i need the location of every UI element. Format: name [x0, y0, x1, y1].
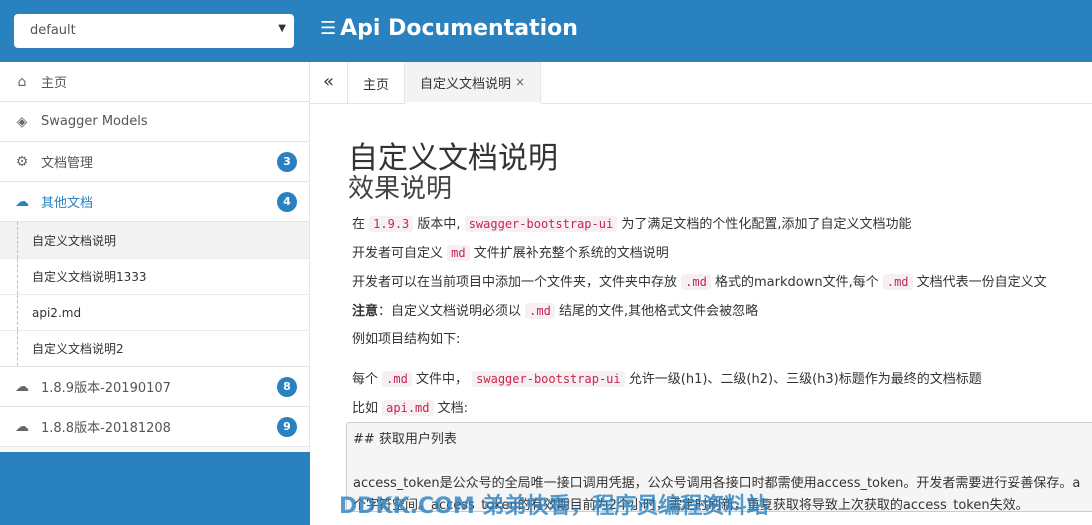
count-badge: 8	[277, 377, 297, 397]
paragraph: 开发者可自定义 md 文件扩展补充整个系统的文档说明	[352, 243, 669, 264]
paragraph: 在 1.9.3 版本中, swagger-bootstrap-ui 为了满足文档…	[352, 214, 911, 235]
paragraph: 每个 .md 文件中， swagger-bootstrap-ui 允许一级(h1…	[352, 369, 982, 390]
text: 文件扩展补充整个系统的文档说明	[473, 246, 669, 261]
text: 每个	[352, 372, 379, 387]
text: 版本中,	[417, 217, 461, 232]
note-label: 注意	[352, 304, 379, 319]
cloud-icon: ☁	[15, 418, 29, 435]
sidebar-item-label: 1.8.8版本-20181208	[41, 421, 171, 436]
sidebar-item-label: 其他文档	[41, 196, 94, 211]
brand: ☰ Api Documentation	[320, 16, 578, 41]
inline-code: .md	[681, 274, 711, 290]
submenu-item[interactable]: 自定义文档说明2	[0, 330, 309, 366]
tab-bar: « 主页 自定义文档说明 ×	[310, 62, 1092, 104]
tab-label: 主页	[363, 77, 390, 93]
sidebar-item-label: 1.8.9版本-20190107	[41, 381, 171, 396]
tab-custom-doc[interactable]: 自定义文档说明 ×	[405, 62, 542, 104]
inline-code: swagger-bootstrap-ui	[464, 216, 618, 232]
submenu-item[interactable]: api2.md	[0, 294, 309, 330]
close-icon[interactable]: ×	[515, 75, 525, 89]
text: 允许一级(h1)、二级(h2)、三级(h3)标题作为最终的文档标题	[628, 372, 982, 387]
code-line: ## 获取用户列表	[353, 432, 457, 447]
text: 结尾的文件,其他格式文件会被忽略	[559, 304, 759, 319]
menu-icon[interactable]: ☰	[320, 18, 336, 39]
doc-subtitle: 效果说明	[348, 174, 453, 204]
text: 开发者可自定义	[352, 246, 444, 261]
sidebar-footer	[0, 452, 310, 525]
markdown-body: 自定义文档说明 效果说明	[348, 141, 1092, 205]
home-icon: ⌂	[17, 73, 27, 90]
paragraph: 开发者可以在当前项目中添加一个文件夹，文件夹中存放 .md 格式的markdow…	[352, 272, 1047, 293]
inline-code: .md	[882, 274, 913, 290]
inline-code: api.md	[382, 400, 434, 416]
settings-icon: ⚙	[15, 153, 29, 170]
count-badge: 4	[277, 192, 297, 212]
sidebar-item-label: 文档管理	[41, 156, 94, 171]
text: 文档:	[437, 401, 469, 416]
sidebar-item-doc-manage[interactable]: ⚙ 文档管理 3	[0, 142, 309, 182]
count-badge: 3	[277, 152, 297, 172]
chevron-down-icon: ▼	[278, 23, 286, 34]
count-badge: 9	[277, 417, 297, 437]
sidebar-item-other-docs[interactable]: ☁ 其他文档 4	[0, 182, 309, 222]
inline-code: md	[447, 245, 470, 261]
cloud-icon: ☁	[15, 378, 29, 395]
cube-icon: ◈	[16, 113, 28, 130]
watermark: DDKK.COM 弟弟快看，程序员编程资料站	[339, 494, 769, 519]
text: 格式的markdown文件,每个	[714, 275, 879, 290]
top-header: default ▼ ☰ Api Documentation	[0, 0, 1092, 62]
paragraph: 注意：自定义文档说明必须以 .md 结尾的文件,其他格式文件会被忽略	[352, 301, 758, 322]
text: 文件中，	[415, 372, 468, 387]
inline-code: 1.9.3	[369, 216, 414, 232]
inline-code: .md	[382, 371, 412, 387]
paragraph: 例如项目结构如下:	[352, 332, 461, 347]
brand-title: Api Documentation	[340, 16, 578, 41]
doc-title: 自定义文档说明	[348, 141, 558, 176]
submenu-item[interactable]: 自定义文档说明1333	[0, 258, 309, 294]
sidebar-item-version-189[interactable]: ☁ 1.8.9版本-20190107 8	[0, 367, 309, 407]
paragraph: 比如 api.md 文档:	[352, 398, 468, 419]
sidebar-item-swagger-models[interactable]: ◈ Swagger Models	[0, 102, 309, 142]
submenu-item[interactable]: 自定义文档说明	[0, 222, 309, 258]
cloud-icon: ☁	[15, 193, 29, 210]
other-docs-submenu: 自定义文档说明 自定义文档说明1333 api2.md 自定义文档说明2	[0, 222, 309, 367]
sidebar-item-home[interactable]: ⌂ 主页	[0, 62, 309, 102]
collapse-tabs-button[interactable]: «	[310, 62, 348, 103]
sidebar-item-label: Swagger Models	[41, 114, 148, 129]
inline-code: .md	[525, 303, 555, 319]
group-select-value: default	[30, 23, 76, 38]
text: 比如	[352, 401, 379, 416]
sidebar-item-label: 主页	[41, 76, 68, 91]
doc-content: 自定义文档说明 效果说明 在 1.9.3 版本中, swagger-bootst…	[310, 104, 1092, 525]
group-select[interactable]: default ▼	[14, 14, 294, 48]
sidebar-item-version-188[interactable]: ☁ 1.8.8版本-20181208 9	[0, 407, 309, 447]
text: 开发者可以在当前项目中添加一个文件夹，文件夹中存放	[352, 275, 678, 290]
text: ：自定义文档说明必须以	[378, 304, 522, 319]
tab-label: 自定义文档说明	[420, 76, 512, 92]
text: 文档代表一份自定义文	[916, 275, 1047, 290]
sidebar: ⌂ 主页 ◈ Swagger Models ⚙ 文档管理 3 ☁ 其他文档 4 …	[0, 62, 310, 525]
text: 在	[352, 217, 366, 232]
text: 为了满足文档的个性化配置,添加了自定义文档功能	[621, 217, 912, 232]
inline-code: swagger-bootstrap-ui	[472, 371, 625, 387]
tab-home[interactable]: 主页	[348, 62, 406, 104]
